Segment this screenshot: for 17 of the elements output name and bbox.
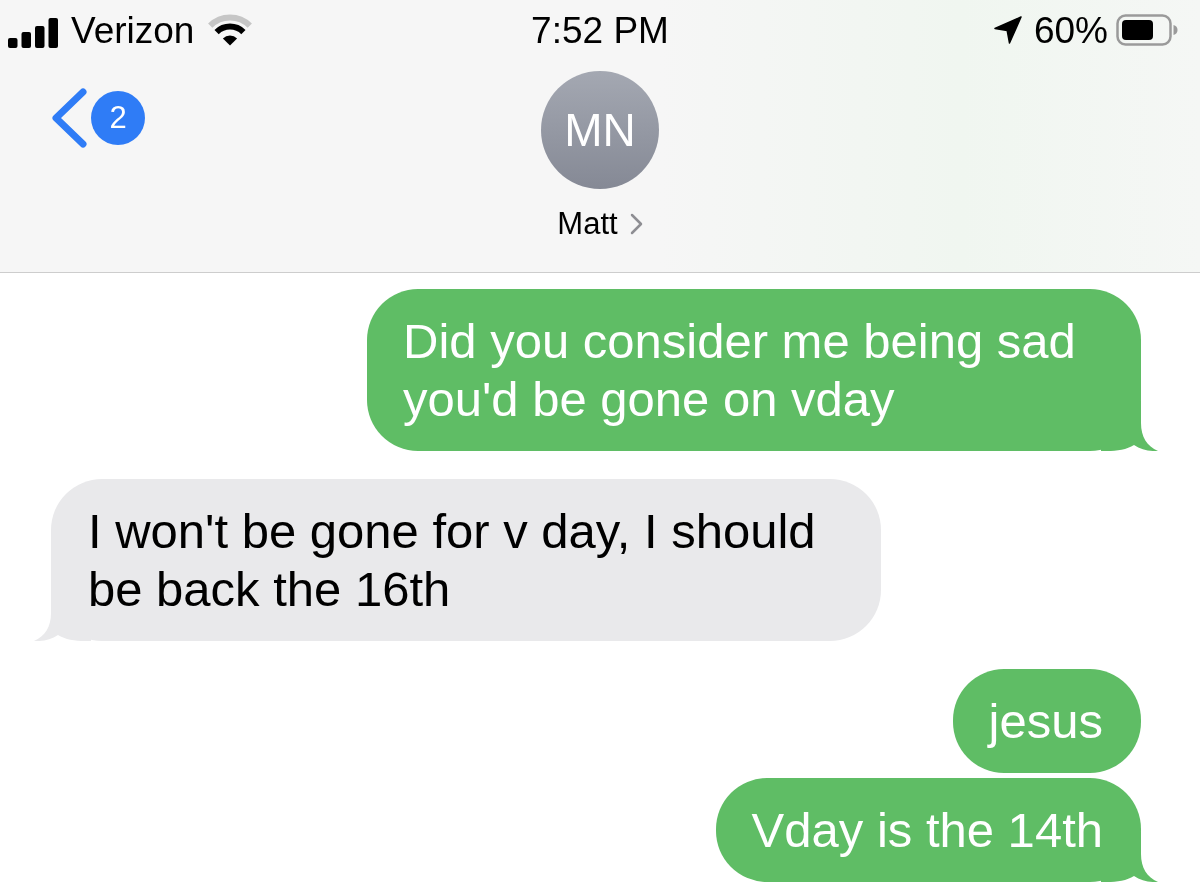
signal-bars-icon bbox=[8, 18, 58, 48]
message-text: jesus bbox=[988, 693, 1103, 750]
back-button[interactable]: 2 bbox=[48, 88, 147, 148]
carrier-name: Verizon bbox=[71, 11, 195, 49]
battery-icon bbox=[1116, 14, 1178, 46]
message-text: I won't be gone for v day, I should be back the 16th bbox=[88, 503, 817, 618]
contact-name-button[interactable]: Matt bbox=[557, 206, 643, 242]
location-arrow-icon bbox=[993, 16, 1022, 44]
chevron-right-icon bbox=[629, 213, 643, 235]
unread-count-badge: 2 bbox=[91, 91, 145, 145]
status-time: 7:52 PM bbox=[531, 11, 669, 49]
contact-avatar[interactable]: MN bbox=[541, 71, 659, 189]
wifi-icon bbox=[208, 14, 253, 46]
message-text: Vday is the 14th bbox=[751, 802, 1103, 859]
battery-percent: 60% bbox=[1033, 11, 1108, 49]
message-text: Did you consider me being sad you'd be gone on vday bbox=[403, 313, 1077, 428]
chevron-left-icon bbox=[50, 88, 88, 148]
